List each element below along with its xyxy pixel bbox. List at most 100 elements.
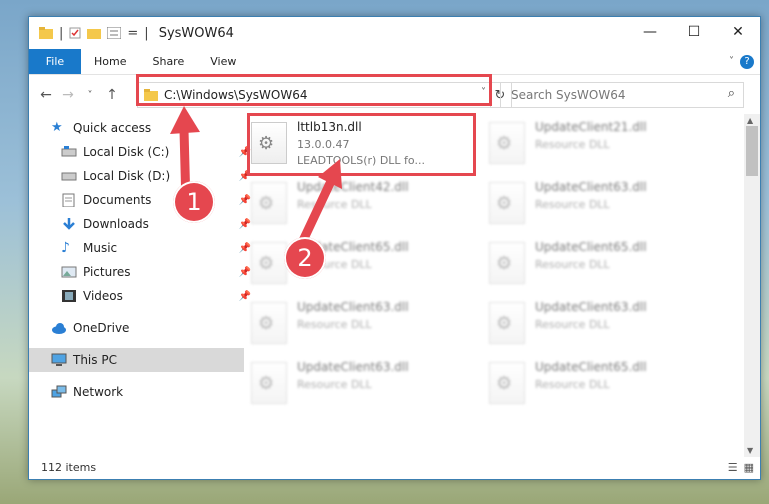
file-item[interactable]: UpdateClient63.dll Resource DLL xyxy=(249,298,469,354)
help-icon[interactable]: ? xyxy=(740,54,754,69)
up-button[interactable]: ↑ xyxy=(101,87,123,103)
documents-icon xyxy=(62,193,75,207)
sidebar-item-network[interactable]: Network xyxy=(29,380,244,404)
window-controls: — ☐ ✕ xyxy=(628,17,760,47)
sidebar-item-local-disk-c[interactable]: Local Disk (C:) 📌 xyxy=(29,140,254,164)
sidebar-item-label: Downloads xyxy=(83,217,149,231)
sidebar-item-label: Pictures xyxy=(83,265,131,279)
window-title: SysWOW64 xyxy=(158,25,234,41)
sidebar-item-quick-access[interactable]: ★ Quick access xyxy=(29,116,244,140)
recent-locations-button[interactable]: ˅ xyxy=(79,90,101,101)
qat-separator: | xyxy=(144,25,149,41)
file-name: UpdateClient21.dll xyxy=(535,120,647,134)
file-item[interactable]: UpdateClient21.dll Resource DLL xyxy=(487,118,707,174)
drive-icon xyxy=(61,172,77,181)
tab-view[interactable]: View xyxy=(197,55,249,68)
drive-icon xyxy=(61,146,77,157)
step-badge-2: 2 xyxy=(284,237,326,279)
file-type: Resource DLL xyxy=(535,198,610,211)
scrollbar-thumb[interactable] xyxy=(746,126,758,176)
file-name: UpdateClient63.dll xyxy=(535,180,647,194)
file-type: Resource DLL xyxy=(297,318,372,331)
tab-home[interactable]: Home xyxy=(81,55,139,68)
dll-file-icon xyxy=(251,302,287,344)
view-options-icon[interactable] xyxy=(107,27,122,39)
computer-icon xyxy=(51,353,67,366)
sidebar-item-label: Videos xyxy=(83,289,123,303)
sidebar-item-label: This PC xyxy=(73,353,117,367)
qat-dropdown[interactable]: = xyxy=(127,26,138,41)
view-switcher: ☰ ▦ xyxy=(728,461,754,474)
file-name: UpdateClient65.dll xyxy=(535,360,647,374)
file-type: Resource DLL xyxy=(535,378,610,391)
folder-icon xyxy=(39,27,53,39)
scroll-down-icon[interactable]: ▼ xyxy=(747,446,753,455)
star-icon: ★ xyxy=(51,120,63,135)
pictures-icon xyxy=(61,266,77,278)
vertical-scrollbar[interactable]: ▲ ▼ xyxy=(744,114,760,457)
back-button[interactable]: ← xyxy=(35,87,57,103)
sidebar-item-documents[interactable]: Documents 📌 xyxy=(29,188,254,212)
sidebar-item-label: Music xyxy=(83,241,118,255)
file-item[interactable]: UpdateClient63.dll Resource DLL xyxy=(249,358,469,414)
properties-icon[interactable] xyxy=(69,27,81,39)
file-name: UpdateClient63.dll xyxy=(535,300,647,314)
sidebar-item-downloads[interactable]: Downloads 📌 xyxy=(29,212,254,236)
videos-icon xyxy=(62,290,76,302)
file-name: UpdateClient63.dll xyxy=(297,300,409,314)
file-item[interactable]: UpdateClient65.dll Resource DLL xyxy=(487,358,707,414)
file-item[interactable]: UpdateClient63.dll Resource DLL xyxy=(487,178,707,234)
ribbon-tabs: File Home Share View ˅ ? xyxy=(29,49,760,75)
status-bar: 112 items ☰ ▦ xyxy=(29,455,760,479)
file-type: Resource DLL xyxy=(535,318,610,331)
scroll-up-icon[interactable]: ▲ xyxy=(747,116,753,125)
close-button[interactable]: ✕ xyxy=(716,17,760,47)
sidebar-item-videos[interactable]: Videos 📌 xyxy=(29,284,254,308)
downloads-icon xyxy=(63,218,75,230)
dll-file-icon xyxy=(489,302,525,344)
title-bar: | = | SysWOW64 — ☐ ✕ xyxy=(29,17,760,49)
sidebar-item-label: Quick access xyxy=(73,121,152,135)
music-icon: ♪ xyxy=(61,240,70,256)
forward-button[interactable]: → xyxy=(57,87,79,103)
dll-file-icon xyxy=(489,182,525,224)
search-placeholder: Search SysWOW64 xyxy=(511,88,626,102)
file-name: UpdateClient63.dll xyxy=(297,360,409,374)
qat-separator: | xyxy=(59,25,64,41)
dll-file-icon xyxy=(489,122,525,164)
sidebar-item-onedrive[interactable]: OneDrive xyxy=(29,316,244,340)
search-icon[interactable]: ⌕ xyxy=(728,86,735,101)
file-highlight xyxy=(247,113,476,176)
sidebar-item-pictures[interactable]: Pictures 📌 xyxy=(29,260,254,284)
large-icons-view-icon[interactable]: ▦ xyxy=(744,461,754,474)
sidebar-item-music[interactable]: ♪ Music 📌 xyxy=(29,236,254,260)
file-type: Resource DLL xyxy=(535,258,610,271)
new-folder-icon[interactable] xyxy=(87,27,102,39)
step-badge-1: 1 xyxy=(173,181,215,223)
sidebar-item-this-pc[interactable]: This PC xyxy=(29,348,244,372)
file-item[interactable]: UpdateClient63.dll Resource DLL xyxy=(487,298,707,354)
file-type: Resource DLL xyxy=(535,138,610,151)
file-name: UpdateClient65.dll xyxy=(535,240,647,254)
ribbon-expand-icon[interactable]: ˅ xyxy=(729,56,734,67)
dll-file-icon xyxy=(251,182,287,224)
sidebar-item-label: Documents xyxy=(83,193,152,207)
quick-access-toolbar: | = | xyxy=(29,26,149,41)
cloud-icon xyxy=(52,323,66,334)
sidebar-item-local-disk-d[interactable]: Local Disk (D:) 📌 xyxy=(29,164,254,188)
sidebar-item-label: OneDrive xyxy=(73,321,130,335)
details-view-icon[interactable]: ☰ xyxy=(728,461,738,474)
maximize-button[interactable]: ☐ xyxy=(672,17,716,47)
tab-file[interactable]: File xyxy=(29,49,81,74)
dll-file-icon xyxy=(489,242,525,284)
search-input[interactable]: Search SysWOW64 ⌕ xyxy=(500,82,744,108)
tab-share[interactable]: Share xyxy=(139,55,197,68)
network-icon xyxy=(51,385,67,398)
file-item[interactable]: UpdateClient65.dll Resource DLL xyxy=(487,238,707,294)
minimize-button[interactable]: — xyxy=(628,17,672,47)
dll-file-icon xyxy=(251,362,287,404)
sidebar-item-label: Network xyxy=(73,385,124,399)
dll-file-icon xyxy=(489,362,525,404)
file-type: Resource DLL xyxy=(297,378,372,391)
dll-file-icon xyxy=(251,242,287,284)
